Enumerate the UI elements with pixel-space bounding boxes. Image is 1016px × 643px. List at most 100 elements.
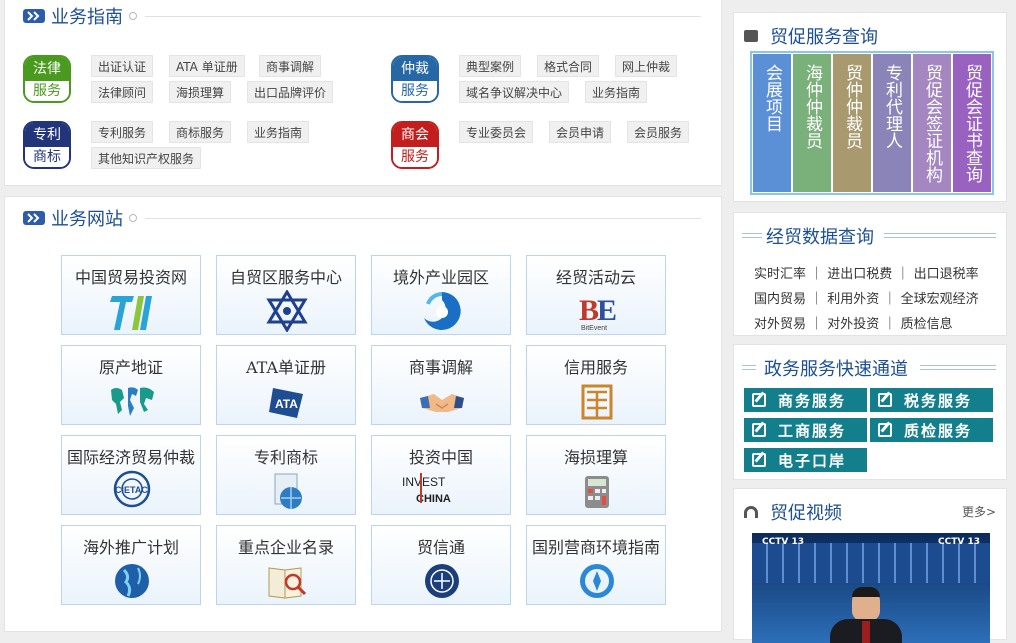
gov-button[interactable]: 税务服务 bbox=[870, 388, 993, 412]
gov-button[interactable]: 工商服务 bbox=[744, 418, 867, 442]
badge-patent-top: 专利 bbox=[25, 123, 69, 147]
site-tile[interactable]: 贸信通 bbox=[371, 525, 511, 605]
gov-button-label: 电子口岸 bbox=[778, 451, 847, 470]
calculator-icon bbox=[585, 476, 609, 508]
edit-icon bbox=[878, 423, 892, 437]
guide-title: 业务指南 bbox=[51, 7, 123, 28]
data-link[interactable]: 质检信息 bbox=[901, 317, 953, 332]
site-tile[interactable]: 商事调解 bbox=[371, 345, 511, 425]
data-query-panel: 经贸数据查询 实时汇率 ｜ 进出口税费 ｜ 出口退税率 国内贸易 ｜ 利用外资 … bbox=[733, 212, 1007, 336]
edit-icon bbox=[752, 393, 766, 407]
guide-panel: 业务指南 法律 服务 仲裁 服务 专利 商标 商会 服务 出证认证 ATA 单证… bbox=[4, 0, 722, 186]
cietac-logo-icon: CIETAC bbox=[113, 470, 151, 508]
site-tile[interactable]: 重点企业名录 bbox=[216, 525, 356, 605]
badge-arbitration[interactable]: 仲裁 服务 bbox=[391, 55, 439, 103]
tag-arbitration[interactable]: 典型案例 bbox=[459, 55, 522, 77]
site-tile[interactable]: 海外推广计划 bbox=[61, 525, 201, 605]
tag-legal[interactable]: 出证认证 bbox=[91, 55, 154, 77]
data-link[interactable]: 出口退税率 bbox=[914, 267, 979, 282]
site-tile[interactable]: 国别营商环境指南 bbox=[526, 525, 666, 605]
badge-legal-top: 法律 bbox=[25, 57, 69, 81]
data-query-deco-right bbox=[884, 233, 996, 238]
site-tile[interactable]: 原产地证 bbox=[61, 345, 201, 425]
tag-chamber[interactable]: 会员申请 bbox=[549, 121, 612, 143]
site-tile-title: 信用服务 bbox=[563, 358, 628, 377]
gov-button-label: 商务服务 bbox=[778, 391, 847, 410]
query-column[interactable]: 海仲仲裁员 bbox=[793, 54, 831, 192]
badge-patent-bottom: 商标 bbox=[25, 147, 69, 167]
data-link[interactable]: 实时汇率 bbox=[754, 267, 806, 282]
tag-patent[interactable]: 商标服务 bbox=[169, 121, 232, 143]
query-column-label: 会展项目 bbox=[762, 64, 782, 132]
site-tile[interactable]: 自贸区服务中心 bbox=[216, 255, 356, 335]
site-tile[interactable]: 国际经济贸易仲裁 CIETAC bbox=[61, 435, 201, 515]
data-link[interactable]: 利用外资 bbox=[827, 292, 879, 307]
site-tile[interactable]: ATA单证册 ATA bbox=[216, 345, 356, 425]
badge-chamber-bottom: 服务 bbox=[393, 147, 437, 167]
tag-patent[interactable]: 业务指南 bbox=[247, 121, 310, 143]
site-tile[interactable]: 投资中国 INVEST CHINA bbox=[371, 435, 511, 515]
site-tile-title: ATA单证册 bbox=[245, 358, 327, 377]
query-column[interactable]: 贸促会签证机构 bbox=[913, 54, 951, 192]
tag-legal[interactable]: 海损理算 bbox=[169, 81, 232, 103]
gov-button[interactable]: 质检服务 bbox=[870, 418, 993, 442]
gov-button[interactable]: 电子口岸 bbox=[744, 448, 867, 472]
site-tile[interactable]: 经贸活动云 B E BitEvent bbox=[526, 255, 666, 335]
tag-legal[interactable]: 商事调解 bbox=[259, 55, 322, 77]
tag-legal[interactable]: ATA 单证册 bbox=[169, 55, 245, 77]
badge-chamber[interactable]: 商会 服务 bbox=[391, 121, 439, 169]
gov-deco-right bbox=[920, 365, 996, 370]
site-tile-title: 境外产业园区 bbox=[392, 268, 489, 287]
data-link[interactable]: 进出口税费 bbox=[827, 267, 892, 282]
tag-patent[interactable]: 其他知识产权服务 bbox=[91, 147, 202, 169]
tag-chamber[interactable]: 会员服务 bbox=[627, 121, 690, 143]
headphones-icon bbox=[744, 506, 758, 518]
channel-logo: CCTV 13 bbox=[762, 537, 804, 547]
svg-text:ATA: ATA bbox=[275, 397, 298, 411]
svg-text:BitEvent: BitEvent bbox=[581, 325, 607, 332]
data-link[interactable]: 对外投资 bbox=[827, 317, 879, 332]
data-link[interactable]: 全球宏观经济 bbox=[901, 292, 979, 307]
site-tile[interactable]: 海损理算 bbox=[526, 435, 666, 515]
tag-patent[interactable]: 专利服务 bbox=[91, 121, 154, 143]
query-panel: 贸促服务查询 会展项目 海仲仲裁员 贸仲仲裁员 专利代理人 贸促会签证机构 贸促… bbox=[733, 12, 1007, 202]
sites-title-line bbox=[145, 218, 701, 219]
site-tile[interactable]: 信用服务 bbox=[526, 345, 666, 425]
site-tile-title: 贸信通 bbox=[416, 538, 465, 557]
badge-legal[interactable]: 法律 服务 bbox=[23, 55, 71, 103]
site-tile[interactable]: 境外产业园区 bbox=[371, 255, 511, 335]
tag-arbitration[interactable]: 业务指南 bbox=[585, 81, 648, 103]
tag-chamber[interactable]: 专业委员会 bbox=[459, 121, 534, 143]
tag-legal[interactable]: 出口品牌评价 bbox=[247, 81, 334, 103]
tag-arbitration[interactable]: 域名争议解决中心 bbox=[459, 81, 570, 103]
site-tile-title: 经贸活动云 bbox=[555, 268, 636, 287]
data-query-deco-left bbox=[742, 233, 762, 238]
data-link[interactable]: 对外贸易 bbox=[754, 317, 806, 332]
query-header: 贸促服务查询 bbox=[744, 23, 878, 49]
query-column[interactable]: 专利代理人 bbox=[873, 54, 911, 192]
query-column[interactable]: 会展项目 bbox=[753, 54, 791, 192]
query-column-label: 贸促会签证机构 bbox=[922, 64, 942, 183]
data-link[interactable]: 国内贸易 bbox=[754, 292, 806, 307]
ata-logo-icon: ATA bbox=[269, 388, 303, 418]
tag-arbitration[interactable]: 网上仲裁 bbox=[615, 55, 678, 77]
video-more-link[interactable]: 更多> bbox=[962, 503, 996, 520]
tag-legal[interactable]: 法律顾问 bbox=[91, 81, 154, 103]
double-arrow-icon bbox=[23, 9, 45, 23]
site-tile[interactable]: 中国贸易投资网 bbox=[61, 255, 201, 335]
badge-legal-bottom: 服务 bbox=[25, 81, 69, 101]
badge-chamber-top: 商会 bbox=[393, 123, 437, 147]
gov-button[interactable]: 商务服务 bbox=[744, 388, 867, 412]
site-tile-title: 国别营商环境指南 bbox=[531, 538, 660, 557]
query-column[interactable]: 贸仲仲裁员 bbox=[833, 54, 871, 192]
tag-arbitration[interactable]: 格式合同 bbox=[537, 55, 600, 77]
badge-arbitration-top: 仲裁 bbox=[393, 57, 437, 81]
edit-icon bbox=[752, 423, 766, 437]
video-thumbnail[interactable]: CCTV 13 CCTV 13 bbox=[752, 533, 990, 643]
svg-text:CIETAC: CIETAC bbox=[115, 485, 148, 495]
query-column[interactable]: 贸促会证书查询 bbox=[953, 54, 991, 192]
site-tile-title: 国际经济贸易仲裁 bbox=[66, 448, 195, 467]
badge-patent[interactable]: 专利 商标 bbox=[23, 121, 71, 169]
site-tile[interactable]: 专利商标 bbox=[216, 435, 356, 515]
guide-title-line bbox=[145, 16, 701, 17]
